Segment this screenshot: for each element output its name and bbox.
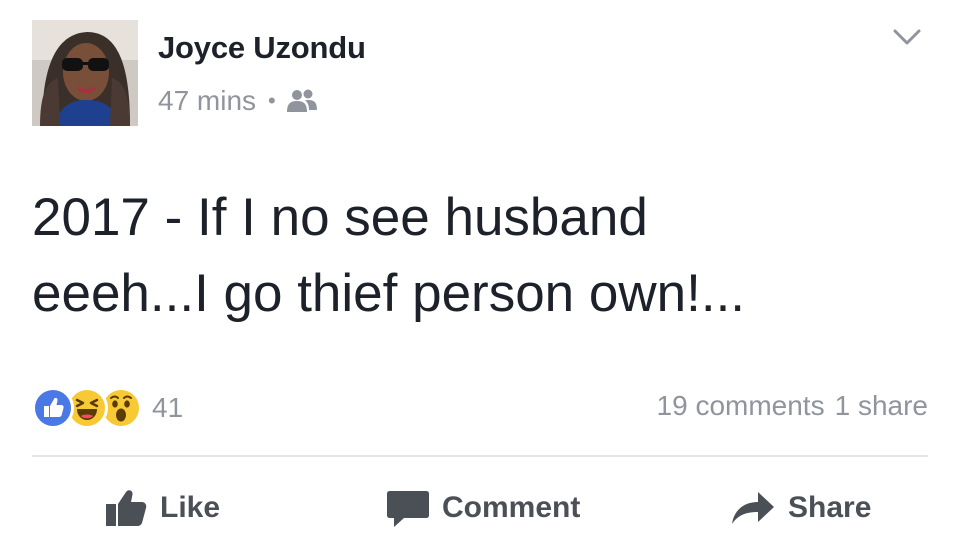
like-button[interactable]: Like: [104, 484, 220, 532]
post-text-line: eeeh...I go thief person own!...: [32, 264, 746, 323]
reactions-summary[interactable]: 41: [32, 386, 183, 430]
post-options-chevron-icon[interactable]: [892, 26, 922, 48]
like-reaction-icon: [32, 387, 74, 429]
post-timestamp[interactable]: 47 mins: [158, 85, 256, 117]
share-label: Share: [788, 491, 872, 524]
post-text: 2017 - If I no see husband eeeh...I go t…: [32, 180, 932, 332]
post-card: Joyce Uzondu 47 mins • 2017 - If I no se…: [0, 0, 960, 548]
comment-bubble-icon: [387, 491, 429, 527]
share-arrow-icon: [732, 492, 774, 524]
friends-icon[interactable]: [286, 88, 318, 114]
author-name[interactable]: Joyce Uzondu: [158, 30, 366, 66]
thumbs-up-icon: [106, 490, 147, 526]
share-button[interactable]: Share: [730, 484, 871, 532]
comment-button[interactable]: Comment: [386, 484, 580, 532]
post-stats: 19 comments 1 share: [657, 390, 928, 422]
avatar[interactable]: [32, 20, 138, 126]
post-text-line: 2017 - If I no see husband: [32, 188, 648, 247]
meta-separator: •: [268, 88, 276, 113]
post-meta: 47 mins •: [158, 84, 318, 118]
divider: [32, 455, 928, 457]
comments-count-link[interactable]: 19 comments: [657, 390, 825, 422]
avatar-image: [32, 20, 138, 126]
shares-count-link[interactable]: 1 share: [835, 390, 928, 422]
reaction-count: 41: [152, 392, 184, 423]
comment-label: Comment: [442, 491, 581, 524]
like-label: Like: [160, 491, 221, 524]
